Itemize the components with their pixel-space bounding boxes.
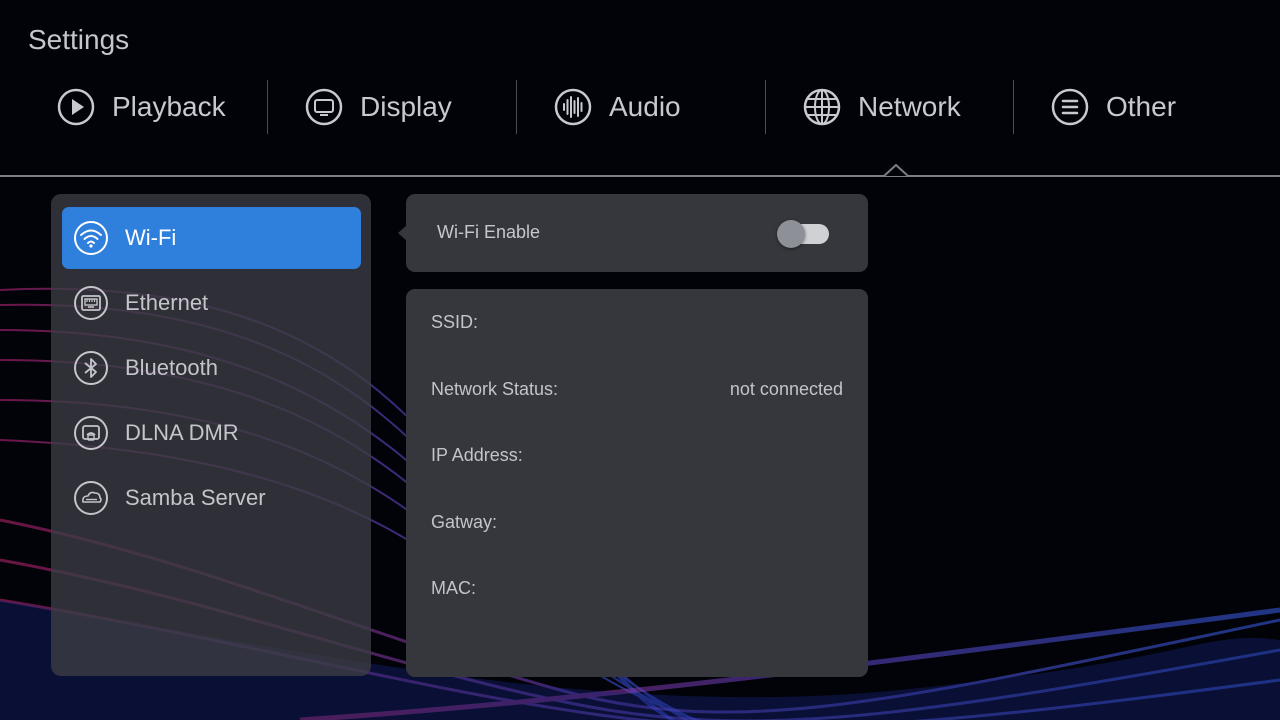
tab-other[interactable]: Other bbox=[1050, 76, 1176, 138]
info-row-gateway: Gatway: bbox=[431, 512, 843, 533]
monitor-icon bbox=[304, 87, 344, 127]
wifi-enable-card: Wi-Fi Enable bbox=[406, 194, 868, 272]
tab-audio[interactable]: Audio bbox=[553, 76, 681, 138]
info-label: MAC: bbox=[431, 578, 476, 598]
sidebar-item-bluetooth[interactable]: Bluetooth bbox=[62, 337, 361, 399]
tab-divider bbox=[765, 80, 766, 134]
sidebar-item-label: Bluetooth bbox=[125, 355, 218, 380]
tab-divider bbox=[267, 80, 268, 134]
wifi-enable-toggle[interactable] bbox=[777, 218, 831, 248]
tab-divider bbox=[1013, 80, 1014, 134]
dlna-icon bbox=[73, 415, 109, 451]
play-circle-icon bbox=[56, 87, 96, 127]
tab-label: Audio bbox=[609, 91, 681, 122]
info-label: Gatway: bbox=[431, 512, 498, 532]
info-row-network-status: Network Status: not connected bbox=[431, 379, 843, 400]
tab-network[interactable]: Network bbox=[802, 76, 961, 138]
tab-playback[interactable]: Playback bbox=[56, 76, 226, 138]
tab-display[interactable]: Display bbox=[304, 76, 452, 138]
ethernet-port-icon bbox=[73, 285, 109, 321]
tab-label: Playback bbox=[112, 91, 226, 122]
sidebar-item-label: Samba Server bbox=[125, 485, 266, 510]
sidebar-item-dlna[interactable]: DLNA DMR bbox=[62, 402, 361, 464]
network-sidebar: Wi-Fi Ethernet Bluetooth DLNA DMR Samba … bbox=[51, 194, 371, 676]
wifi-icon bbox=[73, 220, 109, 256]
panel-pointer bbox=[398, 224, 408, 242]
selected-tab-caret bbox=[884, 164, 908, 177]
info-label: Network Status: bbox=[431, 379, 559, 399]
audio-wave-icon bbox=[553, 87, 593, 127]
tab-divider bbox=[516, 80, 517, 134]
sidebar-item-label: Wi-Fi bbox=[125, 225, 177, 250]
sidebar-item-label: Ethernet bbox=[125, 290, 209, 315]
menu-lines-icon bbox=[1050, 87, 1090, 127]
info-row-mac: MAC: bbox=[431, 578, 843, 599]
sidebar-item-samba[interactable]: Samba Server bbox=[62, 467, 361, 529]
toggle-knob bbox=[777, 220, 805, 248]
info-label: IP Address: bbox=[431, 445, 523, 465]
cloud-server-icon bbox=[73, 480, 109, 516]
top-tabs: Playback Display Audio Network Other bbox=[0, 76, 1280, 138]
sidebar-item-ethernet[interactable]: Ethernet bbox=[62, 272, 361, 334]
info-value: not connected bbox=[729, 379, 843, 399]
tab-underline bbox=[0, 175, 1280, 177]
info-row-ssid: SSID: bbox=[431, 312, 843, 333]
sidebar-item-wifi[interactable]: Wi-Fi bbox=[62, 207, 361, 269]
wifi-enable-label: Wi-Fi Enable bbox=[437, 222, 541, 242]
globe-icon bbox=[802, 87, 842, 127]
app-title: Settings bbox=[28, 24, 130, 55]
tab-label: Display bbox=[360, 91, 452, 122]
info-label: SSID: bbox=[431, 312, 479, 332]
tab-label: Network bbox=[858, 91, 961, 122]
info-row-ip-address: IP Address: bbox=[431, 445, 843, 466]
sidebar-item-label: DLNA DMR bbox=[125, 420, 239, 445]
network-info-card: SSID: Network Status: not connected IP A… bbox=[406, 289, 868, 677]
bluetooth-icon bbox=[73, 350, 109, 386]
tab-label: Other bbox=[1106, 91, 1177, 122]
